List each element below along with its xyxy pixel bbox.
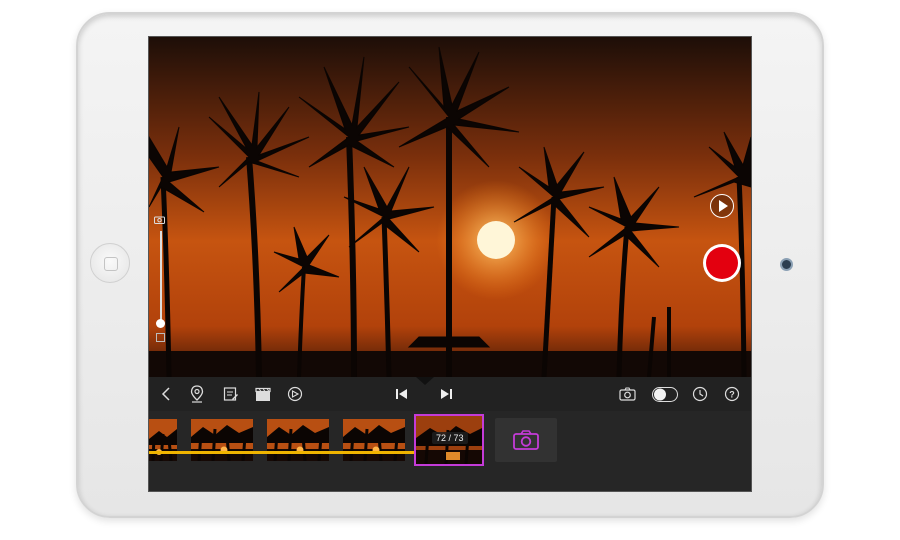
capture-frame-button[interactable]	[495, 418, 557, 462]
timeline-frame[interactable]	[191, 419, 253, 461]
location-pin-icon[interactable]	[187, 384, 207, 404]
timeline-progress	[149, 451, 447, 454]
toolbar: ?	[149, 377, 751, 411]
play-icon[interactable]	[710, 194, 734, 218]
camera-icon[interactable]	[617, 384, 637, 404]
timeline-frame[interactable]	[343, 419, 405, 461]
video-preview	[149, 37, 751, 377]
skip-forward-icon[interactable]	[436, 384, 456, 404]
zoom-min-icon	[156, 333, 165, 342]
zoom-camera-icon	[154, 216, 165, 224]
home-button[interactable]	[90, 243, 130, 283]
playhead-notch	[416, 377, 434, 385]
timeline-frame[interactable]	[267, 419, 329, 461]
toggle-switch[interactable]	[652, 384, 678, 404]
skip-back-icon[interactable]	[392, 384, 412, 404]
timeline-frame[interactable]	[149, 419, 177, 461]
frame-counter: 72 / 73	[432, 432, 468, 444]
help-icon[interactable]: ?	[722, 384, 742, 404]
sun	[477, 221, 515, 259]
edit-note-icon[interactable]	[221, 384, 241, 404]
clapperboard-icon[interactable]	[253, 384, 273, 404]
back-chevron-icon[interactable]	[156, 384, 176, 404]
speed-dial-icon[interactable]	[285, 384, 305, 404]
timeline[interactable]: 72 / 73	[149, 411, 751, 491]
app-screen: ? 72 / 73	[148, 36, 752, 492]
help-label: ?	[729, 390, 735, 400]
record-button[interactable]	[703, 244, 741, 282]
front-camera	[780, 258, 793, 271]
clock-icon[interactable]	[690, 384, 710, 404]
zoom-slider-track[interactable]	[160, 231, 162, 325]
zoom-slider-handle[interactable]	[156, 319, 165, 328]
camera-icon	[513, 430, 539, 450]
